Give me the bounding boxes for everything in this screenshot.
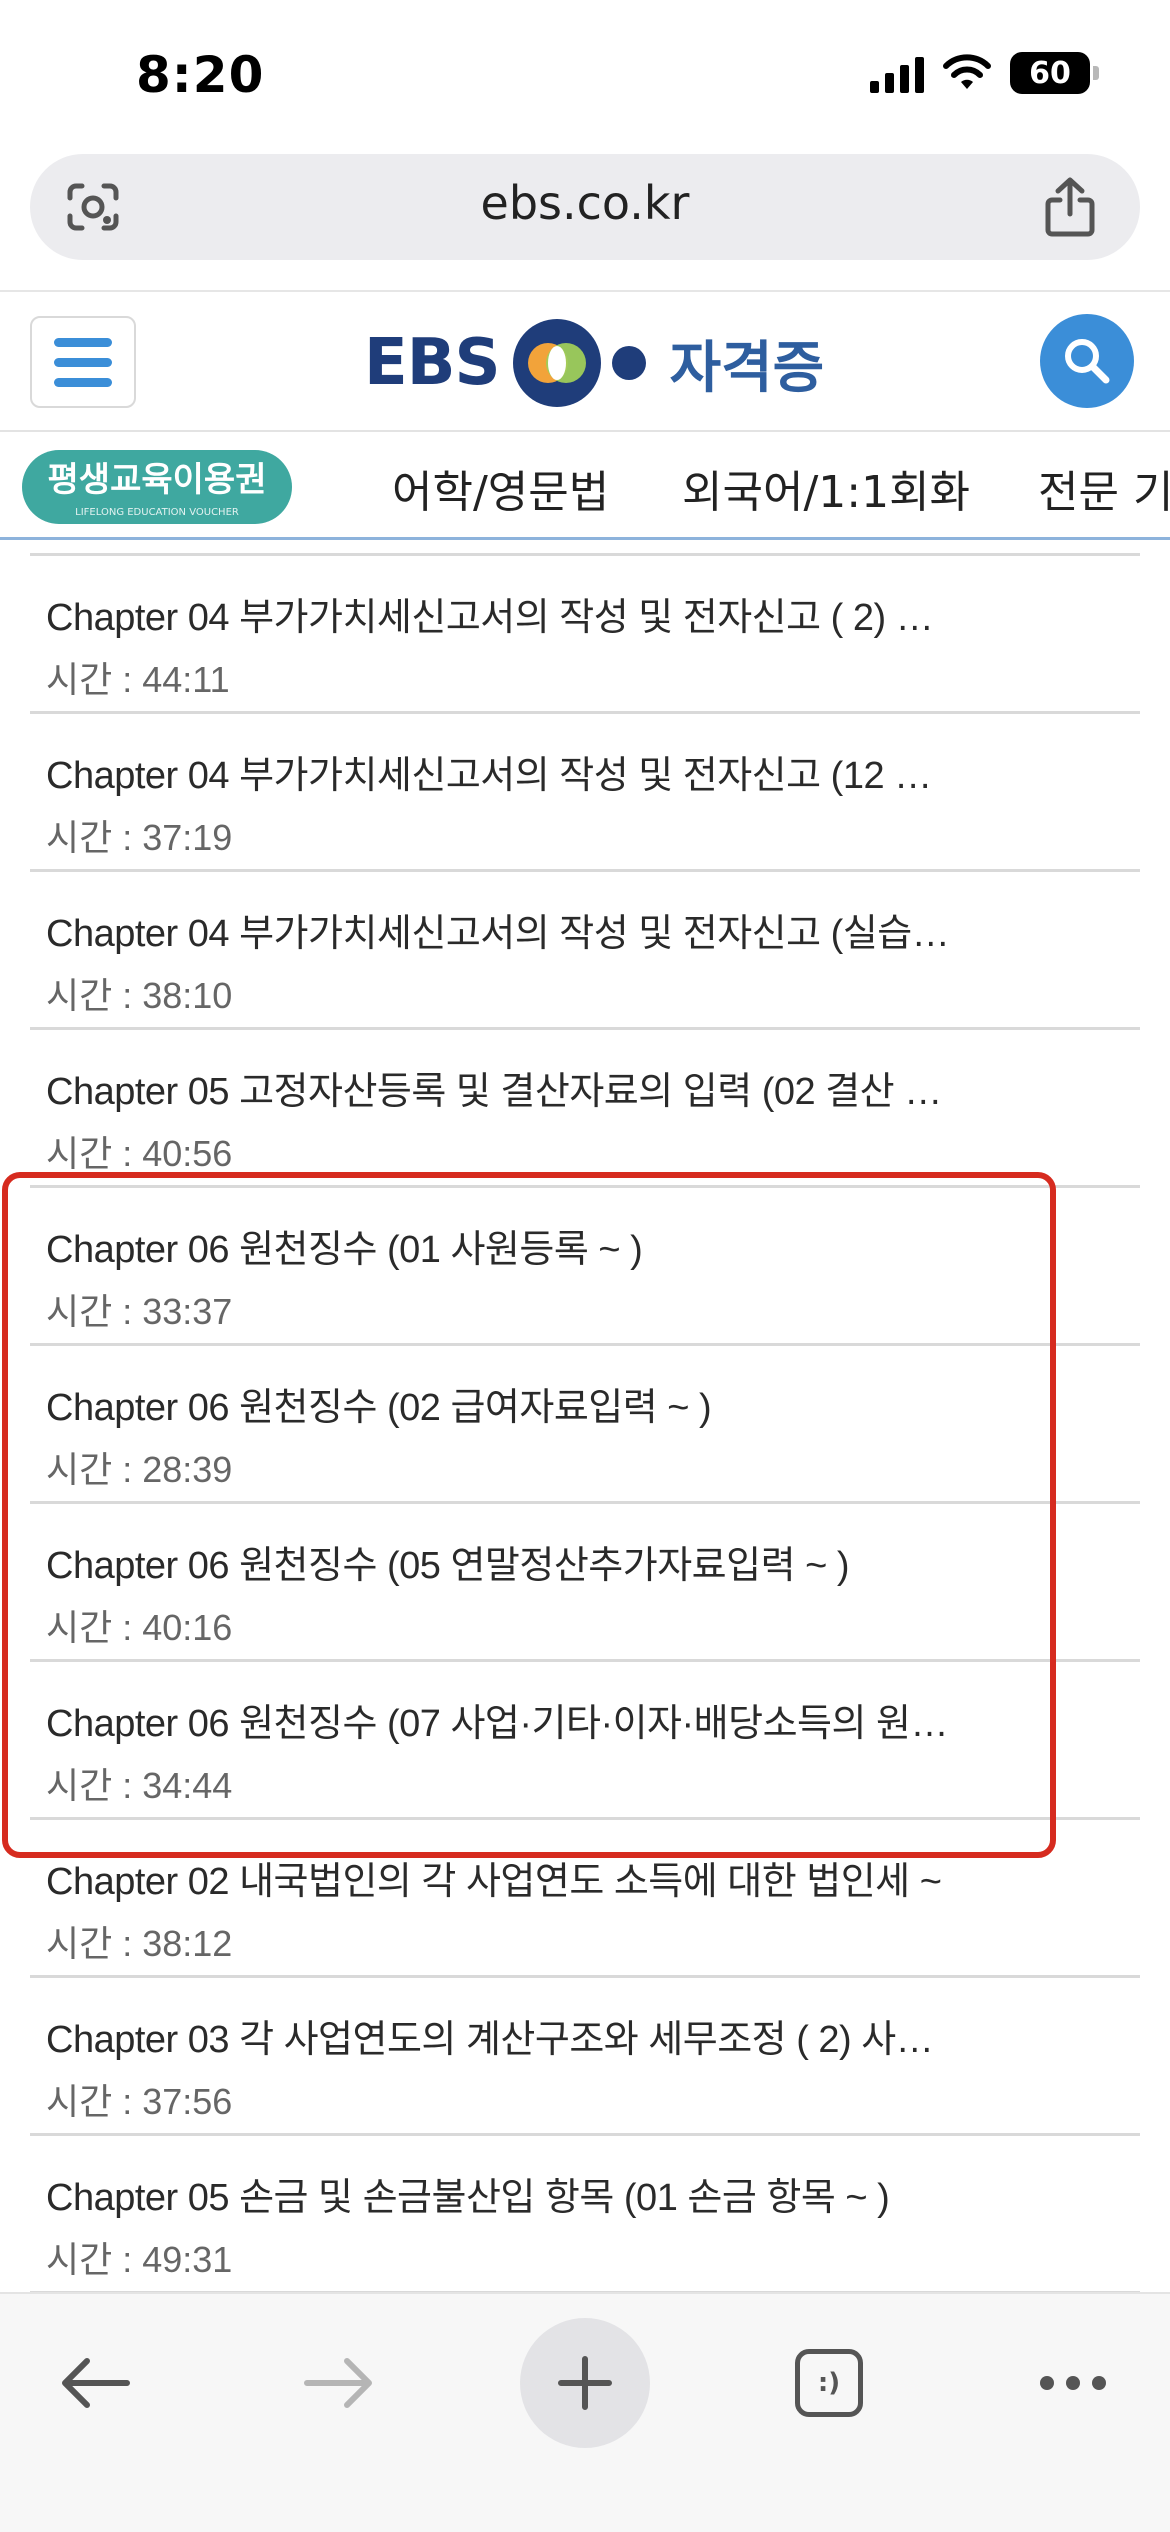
voucher-badge-sublabel: LIFELONG EDUCATION VOUCHER bbox=[75, 507, 239, 518]
lecture-row[interactable]: Chapter 05 고정자산등록 및 결산자료의 입력 (02 결산 및 … … bbox=[30, 1030, 1140, 1188]
lecture-duration: 시간 : 34:44 bbox=[46, 1765, 233, 1806]
lecture-title: Chapter 06 원천징수 (01 사원등록 ~ ) bbox=[46, 1229, 643, 1271]
lecture-title: Chapter 04 부가가치세신고서의 작성 및 전자신고 (실습하… bbox=[46, 913, 966, 955]
lecture-duration: 시간 : 37:56 bbox=[46, 2081, 233, 2122]
wifi-icon bbox=[943, 54, 991, 89]
new-tab-button[interactable] bbox=[520, 2318, 650, 2448]
lecture-row[interactable]: Chapter 06 원천징수 (01 사원등록 ~ ) 시간 : 33:37 bbox=[30, 1188, 1140, 1346]
forward-button[interactable] bbox=[274, 2318, 404, 2448]
hamburger-menu-button[interactable] bbox=[30, 316, 136, 408]
forward-arrow-icon bbox=[304, 2358, 372, 2408]
tab-switcher-button[interactable]: :) bbox=[764, 2318, 894, 2448]
battery-level: 60 bbox=[1029, 55, 1071, 91]
lecture-row[interactable]: Chapter 02 내국법인의 각 사업연도 소득에 대한 법인세 ~ 시간 … bbox=[30, 1820, 1140, 1978]
status-icons: 60 bbox=[870, 52, 1099, 94]
lecture-row[interactable]: Chapter 06 원천징수 (07 사업·기타·이자·배당소득의 원… 시간… bbox=[30, 1662, 1140, 1820]
more-dots-icon bbox=[1040, 2376, 1106, 2390]
lecture-title: Chapter 04 부가가치세신고서의 작성 및 전자신고 (12 건… bbox=[46, 755, 966, 797]
url-text[interactable]: ebs.co.kr bbox=[30, 176, 1140, 230]
lecture-title: Chapter 06 원천징수 (02 급여자료입력 ~ ) bbox=[46, 1387, 712, 1429]
lecture-duration: 시간 : 49:31 bbox=[46, 2239, 233, 2280]
ebs-logo-mark-icon bbox=[512, 319, 601, 407]
lecture-title: Chapter 06 원천징수 (05 연말정산추가자료입력 ~ ) bbox=[46, 1545, 850, 1587]
logo-suffix: 자격증 bbox=[669, 335, 825, 401]
logo-text: EBS bbox=[364, 326, 501, 400]
lecture-row[interactable]: Chapter 04 부가가치세신고서의 작성 및 전자신고 (12 건… 시간… bbox=[30, 714, 1140, 872]
search-button[interactable] bbox=[1040, 314, 1134, 408]
back-arrow-icon bbox=[62, 2358, 130, 2408]
cellular-signal-icon bbox=[870, 53, 924, 93]
ebs-logo[interactable]: EBS 자격증 bbox=[364, 318, 824, 408]
logo-dot-icon bbox=[611, 346, 646, 380]
lecture-duration: 시간 : 40:16 bbox=[46, 1607, 233, 1648]
lecture-duration: 시간 : 33:37 bbox=[46, 1291, 233, 1332]
lecture-row[interactable]: Chapter 06 원천징수 (05 연말정산추가자료입력 ~ ) 시간 : … bbox=[30, 1504, 1140, 1662]
lecture-title: Chapter 02 내국법인의 각 사업연도 소득에 대한 법인세 ~ bbox=[46, 1861, 942, 1903]
lecture-row[interactable]: Chapter 05 손금 및 손금불산입 항목 (01 손금 항목 ~ ) 시… bbox=[30, 2136, 1140, 2293]
voucher-badge[interactable]: 평생교육이용권 LIFELONG EDUCATION VOUCHER bbox=[22, 450, 292, 524]
back-button[interactable] bbox=[30, 2318, 160, 2448]
search-icon bbox=[1065, 339, 1110, 384]
nav-item-language[interactable]: 어학/영문법 bbox=[392, 456, 609, 520]
lecture-row[interactable]: Chapter 03 각 사업연도의 계산구조와 세무조정 ( 2) 사외… 시… bbox=[30, 1978, 1140, 2136]
share-icon[interactable] bbox=[1042, 176, 1098, 238]
lecture-row[interactable]: Chapter 06 원천징수 (02 급여자료입력 ~ ) 시간 : 28:3… bbox=[30, 1346, 1140, 1504]
tab-count: :) bbox=[795, 2349, 863, 2417]
lecture-duration: 시간 : 40:56 bbox=[46, 1133, 233, 1174]
plus-icon bbox=[558, 2356, 612, 2410]
voucher-badge-label: 평생교육이용권 bbox=[47, 460, 267, 500]
category-nav: 평생교육이용권 LIFELONG EDUCATION VOUCHER 어학/영문… bbox=[0, 430, 1170, 540]
lecture-duration: 시간 : 28:39 bbox=[46, 1449, 233, 1490]
status-time: 8:20 bbox=[136, 46, 265, 104]
nav-item-professional[interactable]: 전문 기 bbox=[1038, 456, 1170, 520]
lecture-row[interactable]: Chapter 04 부가가치세신고서의 작성 및 전자신고 ( 2) 공… 시… bbox=[30, 556, 1140, 714]
browser-toolbar: :) bbox=[0, 2292, 1170, 2532]
lecture-title: Chapter 05 손금 및 손금불산입 항목 (01 손금 항목 ~ ) bbox=[46, 2177, 890, 2219]
lecture-title: Chapter 05 고정자산등록 및 결산자료의 입력 (02 결산 및 … bbox=[46, 1071, 966, 1113]
site-header: EBS 자격증 bbox=[0, 290, 1170, 430]
lecture-duration: 시간 : 38:10 bbox=[46, 975, 233, 1016]
lecture-duration: 시간 : 44:11 bbox=[46, 659, 230, 700]
lecture-duration: 시간 : 38:12 bbox=[46, 1923, 233, 1964]
nav-item-foreign-language[interactable]: 외국어/1:1회화 bbox=[682, 456, 970, 520]
lecture-list: Chapter 04 부가가치세신고서의 작성 및 전자신고 ( 2) 공… 시… bbox=[30, 553, 1140, 2293]
lecture-duration: 시간 : 37:19 bbox=[46, 817, 233, 858]
lecture-title: Chapter 03 각 사업연도의 계산구조와 세무조정 ( 2) 사외… bbox=[46, 2019, 966, 2061]
lecture-title: Chapter 06 원천징수 (07 사업·기타·이자·배당소득의 원… bbox=[46, 1703, 949, 1745]
battery-icon: 60 bbox=[1010, 52, 1099, 94]
address-bar[interactable]: ebs.co.kr bbox=[30, 154, 1140, 260]
lecture-title: Chapter 04 부가가치세신고서의 작성 및 전자신고 ( 2) 공… bbox=[46, 597, 966, 639]
status-bar: 8:20 60 bbox=[0, 0, 1170, 150]
lecture-row[interactable]: Chapter 04 부가가치세신고서의 작성 및 전자신고 (실습하… 시간 … bbox=[30, 872, 1140, 1030]
more-menu-button[interactable] bbox=[1008, 2318, 1138, 2448]
